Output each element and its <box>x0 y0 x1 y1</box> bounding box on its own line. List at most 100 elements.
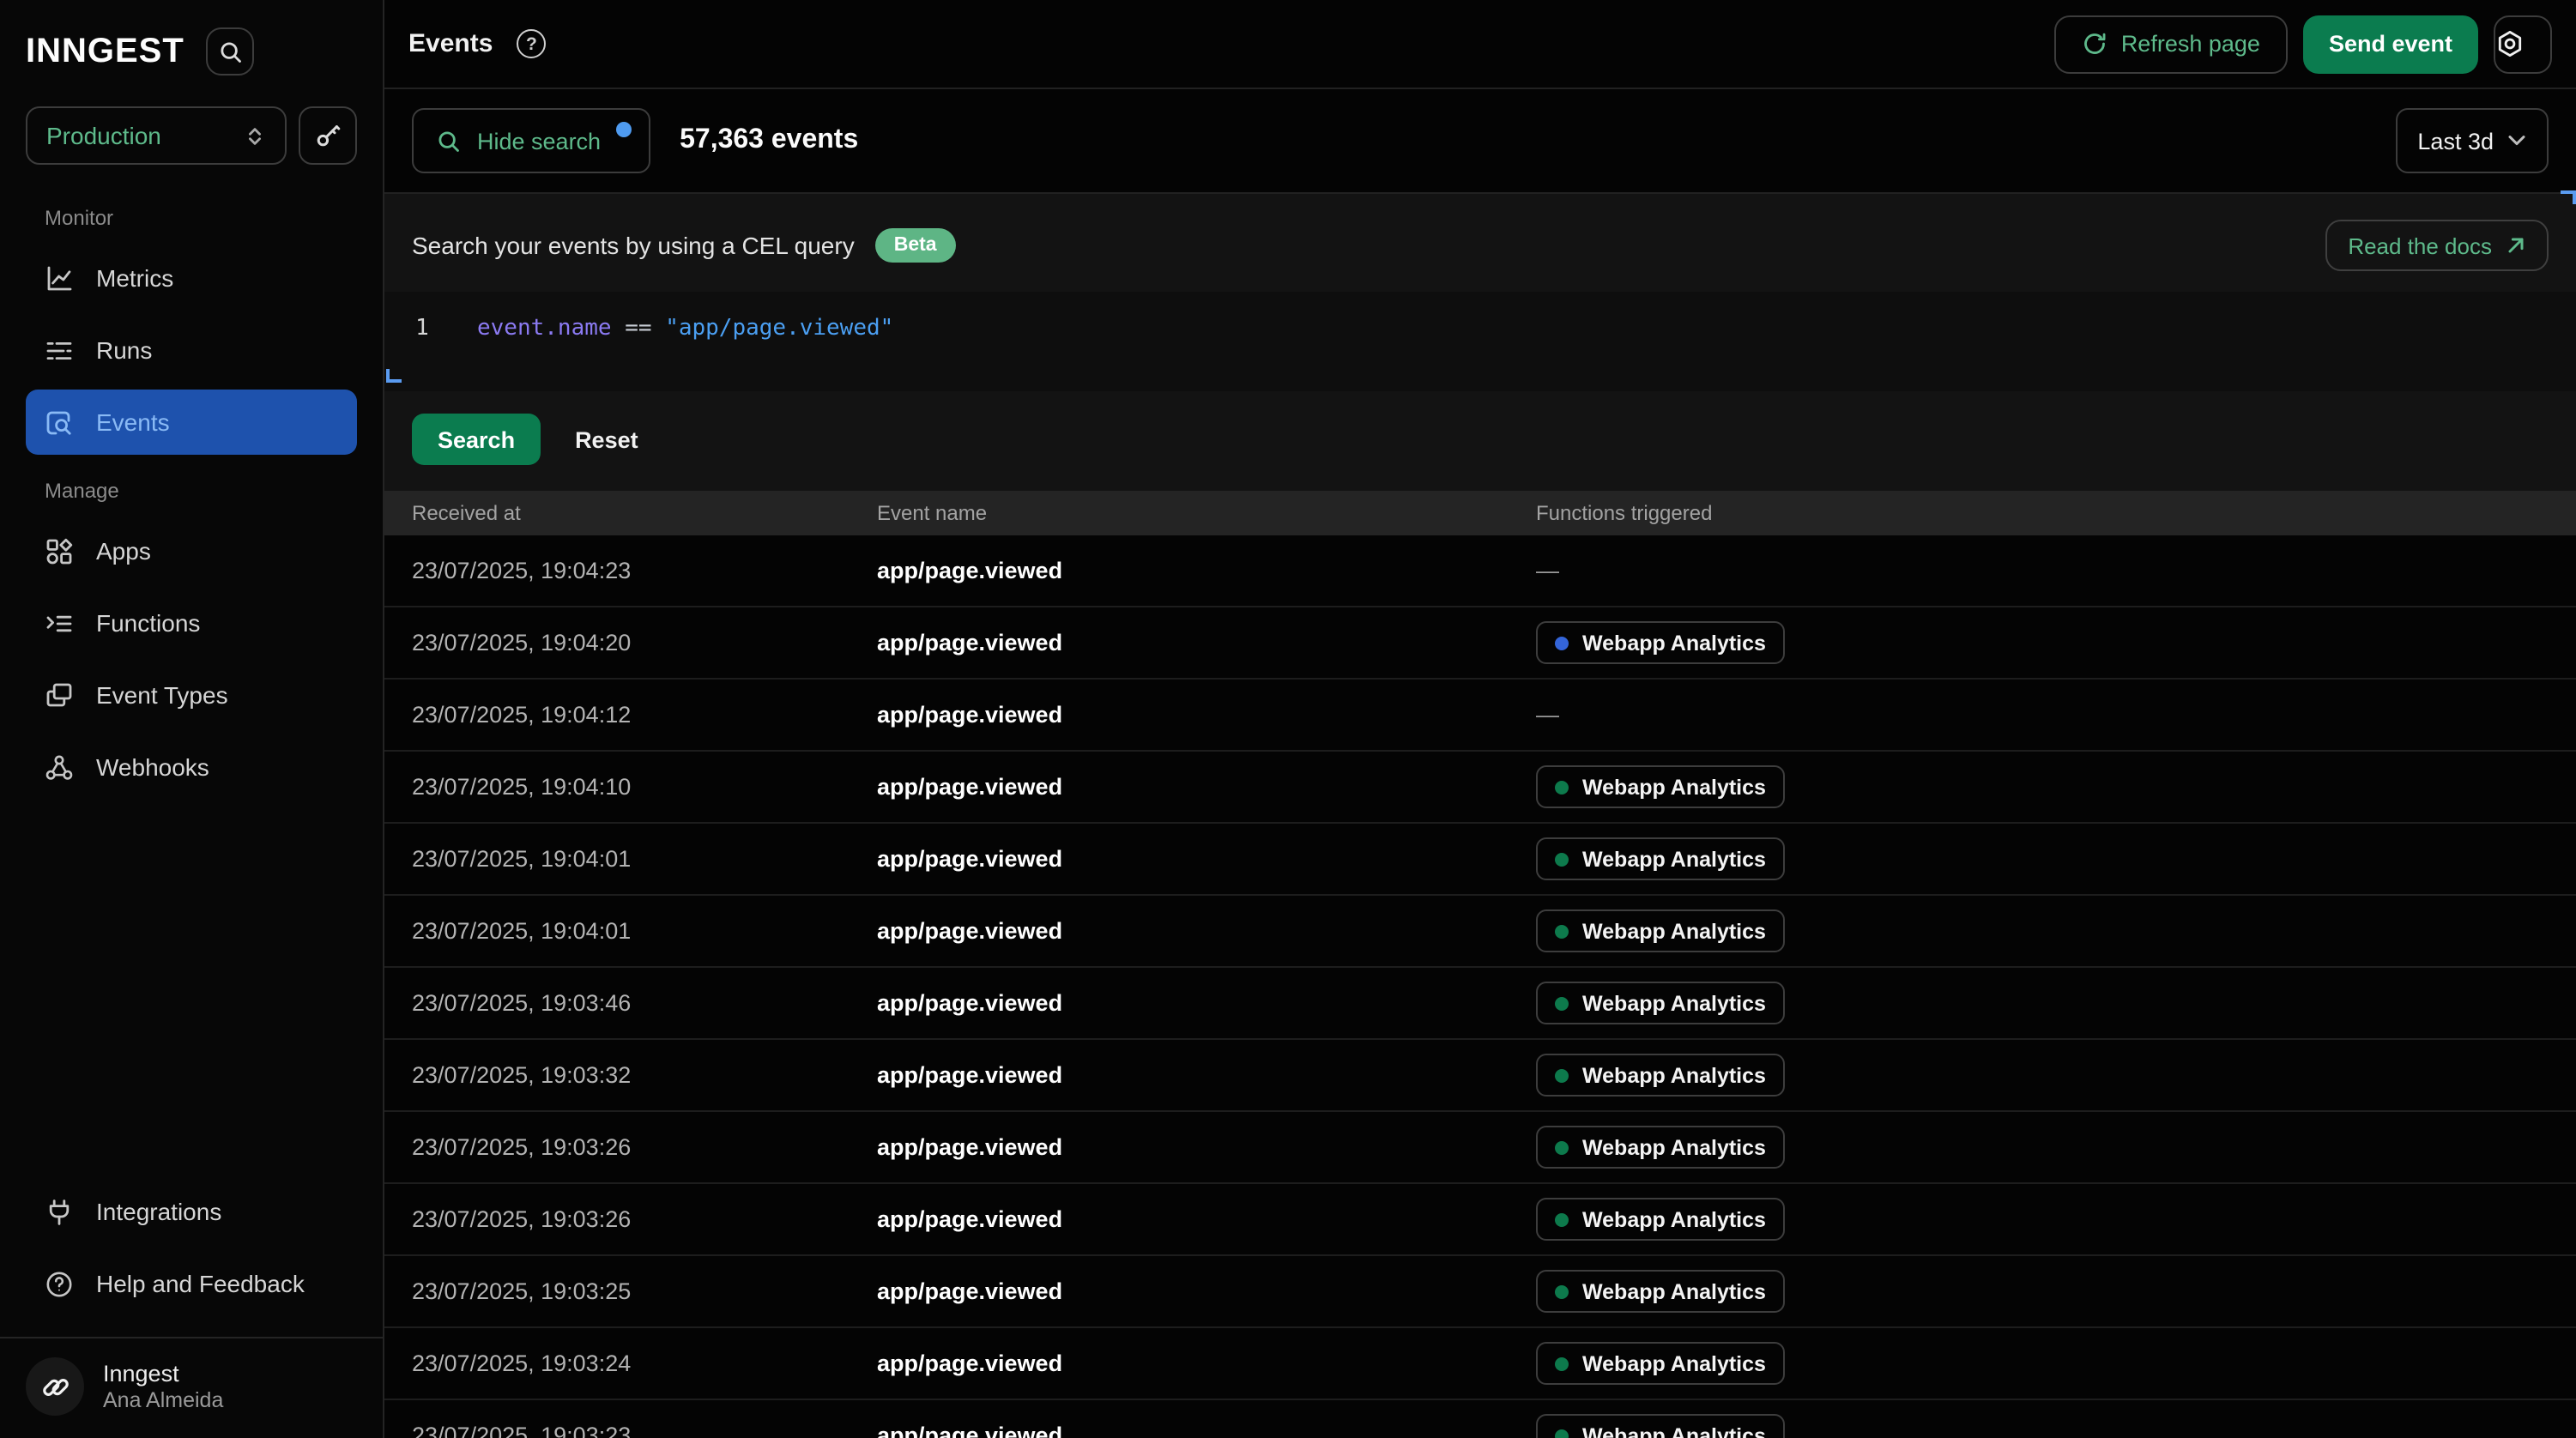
sidebar-nav: Monitor Metrics Runs <box>0 182 383 807</box>
function-badge-label: Webapp Analytics <box>1582 1135 1766 1159</box>
sidebar-item-label: Events <box>96 408 170 436</box>
environment-selected-label: Production <box>46 122 161 149</box>
app-window: INNGEST Production <box>0 0 2576 1438</box>
cel-query-editor[interactable]: 1 event.name == "app/page.viewed" <box>384 292 2576 391</box>
row-functions-cell: Webapp Analytics <box>1509 909 2576 952</box>
table-row[interactable]: 23/07/2025, 19:04:01 app/page.viewed Web… <box>384 896 2576 968</box>
search-button[interactable]: Search <box>412 414 541 465</box>
function-status-dot <box>1555 1140 1569 1154</box>
send-event-button[interactable]: Send event <box>2303 15 2478 73</box>
cel-search-panel: Search your events by using a CEL query … <box>384 194 2576 491</box>
search-panel-heading: Search your events by using a CEL query <box>412 232 855 259</box>
account-text: Inngest Ana Almeida <box>103 1359 223 1414</box>
table-row[interactable]: 23/07/2025, 19:03:25 app/page.viewed Web… <box>384 1256 2576 1328</box>
row-functions-cell: Webapp Analytics <box>1509 1342 2576 1385</box>
function-badge[interactable]: Webapp Analytics <box>1536 837 1785 880</box>
search-icon <box>436 128 462 154</box>
row-event-name: app/page.viewed <box>850 990 1509 1016</box>
sidebar-item-events[interactable]: Events <box>26 390 357 455</box>
row-event-name: app/page.viewed <box>850 630 1509 656</box>
time-range-selector[interactable]: Last 3d <box>2395 108 2549 173</box>
function-badge[interactable]: Webapp Analytics <box>1536 909 1785 952</box>
sidebar-item-event-types[interactable]: Event Types <box>26 662 357 728</box>
function-status-dot <box>1555 1212 1569 1226</box>
gear-icon <box>2495 29 2525 58</box>
row-received-at: 23/07/2025, 19:03:32 <box>384 1062 850 1088</box>
table-row[interactable]: 23/07/2025, 19:04:10 app/page.viewed Web… <box>384 752 2576 824</box>
settings-button[interactable] <box>2494 15 2552 73</box>
table-row[interactable]: 23/07/2025, 19:03:26 app/page.viewed Web… <box>384 1112 2576 1184</box>
table-row[interactable]: 23/07/2025, 19:03:24 app/page.viewed Web… <box>384 1328 2576 1400</box>
function-status-dot <box>1555 852 1569 866</box>
sidebar-item-runs[interactable]: Runs <box>26 317 357 383</box>
table-row[interactable]: 23/07/2025, 19:03:23 app/page.viewed Web… <box>384 1400 2576 1438</box>
row-received-at: 23/07/2025, 19:04:23 <box>384 558 850 583</box>
code-token-property: event.name <box>477 316 612 341</box>
editor-corner-top-right <box>2561 190 2576 204</box>
empty-dash: — <box>1536 701 1559 727</box>
row-event-name: app/page.viewed <box>850 1423 1509 1438</box>
function-badge[interactable]: Webapp Analytics <box>1536 1414 1785 1438</box>
function-status-dot <box>1555 636 1569 650</box>
function-badge-label: Webapp Analytics <box>1582 1279 1766 1303</box>
hide-search-button[interactable]: Hide search <box>412 108 650 173</box>
beta-badge: Beta <box>875 228 956 263</box>
read-the-docs-button[interactable]: Read the docs <box>2325 220 2549 271</box>
row-event-name: app/page.viewed <box>850 846 1509 872</box>
logo-row: INNGEST <box>0 24 383 79</box>
function-badge-label: Webapp Analytics <box>1582 847 1766 871</box>
hide-search-label: Hide search <box>477 128 601 154</box>
events-table: Received at Event name Functions trigger… <box>384 491 2576 1438</box>
sidebar-item-help[interactable]: Help and Feedback <box>26 1251 357 1316</box>
row-functions-cell: Webapp Analytics <box>1509 765 2576 808</box>
environment-selector[interactable]: Production <box>26 106 287 165</box>
sidebar-item-webhooks[interactable]: Webhooks <box>26 734 357 800</box>
table-row[interactable]: 23/07/2025, 19:04:12 app/page.viewed — <box>384 680 2576 752</box>
row-event-name: app/page.viewed <box>850 1134 1509 1160</box>
sidebar-item-metrics[interactable]: Metrics <box>26 245 357 311</box>
event-keys-button[interactable] <box>299 106 357 165</box>
page-help-icon[interactable]: ? <box>517 29 546 58</box>
sidebar-item-functions[interactable]: Functions <box>26 590 357 656</box>
row-event-name: app/page.viewed <box>850 918 1509 944</box>
function-badge[interactable]: Webapp Analytics <box>1536 1342 1785 1385</box>
table-row[interactable]: 23/07/2025, 19:04:01 app/page.viewed Web… <box>384 824 2576 896</box>
function-badge[interactable]: Webapp Analytics <box>1536 1198 1785 1241</box>
table-row[interactable]: 23/07/2025, 19:04:23 app/page.viewed — <box>384 535 2576 607</box>
function-badge[interactable]: Webapp Analytics <box>1536 621 1785 664</box>
key-icon <box>314 122 342 149</box>
function-badge[interactable]: Webapp Analytics <box>1536 765 1785 808</box>
reset-button[interactable]: Reset <box>575 426 638 452</box>
function-badge[interactable]: Webapp Analytics <box>1536 1270 1785 1313</box>
table-row[interactable]: 23/07/2025, 19:03:26 app/page.viewed Web… <box>384 1184 2576 1256</box>
function-badge-label: Webapp Analytics <box>1582 919 1766 943</box>
table-row[interactable]: 23/07/2025, 19:04:20 app/page.viewed Web… <box>384 607 2576 680</box>
metrics-icon <box>45 263 74 293</box>
sidebar-item-label: Integrations <box>96 1198 221 1225</box>
row-received-at: 23/07/2025, 19:04:20 <box>384 630 850 656</box>
sidebar-item-label: Apps <box>96 537 151 565</box>
sidebar-search-button[interactable] <box>207 27 255 76</box>
row-received-at: 23/07/2025, 19:03:26 <box>384 1134 850 1160</box>
column-header-event-name: Event name <box>850 501 1509 525</box>
function-badge-label: Webapp Analytics <box>1582 1207 1766 1231</box>
table-row[interactable]: 23/07/2025, 19:03:32 app/page.viewed Web… <box>384 1040 2576 1112</box>
row-received-at: 23/07/2025, 19:04:10 <box>384 774 850 800</box>
help-icon <box>45 1269 74 1298</box>
table-row[interactable]: 23/07/2025, 19:03:46 app/page.viewed Web… <box>384 968 2576 1040</box>
sidebar-footer: Integrations Help and Feedback <box>0 1179 383 1337</box>
row-event-name: app/page.viewed <box>850 702 1509 728</box>
function-badge[interactable]: Webapp Analytics <box>1536 1126 1785 1169</box>
function-badge[interactable]: Webapp Analytics <box>1536 982 1785 1024</box>
row-functions-cell: Webapp Analytics <box>1509 837 2576 880</box>
time-range-label: Last 3d <box>2417 128 2494 154</box>
row-functions-cell: Webapp Analytics <box>1509 1198 2576 1241</box>
account-menu[interactable]: Inngest Ana Almeida <box>0 1337 383 1438</box>
environment-row: Production <box>0 106 383 165</box>
refresh-page-button[interactable]: Refresh page <box>2054 15 2288 73</box>
sidebar-item-label: Runs <box>96 336 152 364</box>
function-badge[interactable]: Webapp Analytics <box>1536 1054 1785 1097</box>
sidebar: INNGEST Production <box>0 0 384 1438</box>
sidebar-item-integrations[interactable]: Integrations <box>26 1179 357 1244</box>
sidebar-item-apps[interactable]: Apps <box>26 518 357 583</box>
